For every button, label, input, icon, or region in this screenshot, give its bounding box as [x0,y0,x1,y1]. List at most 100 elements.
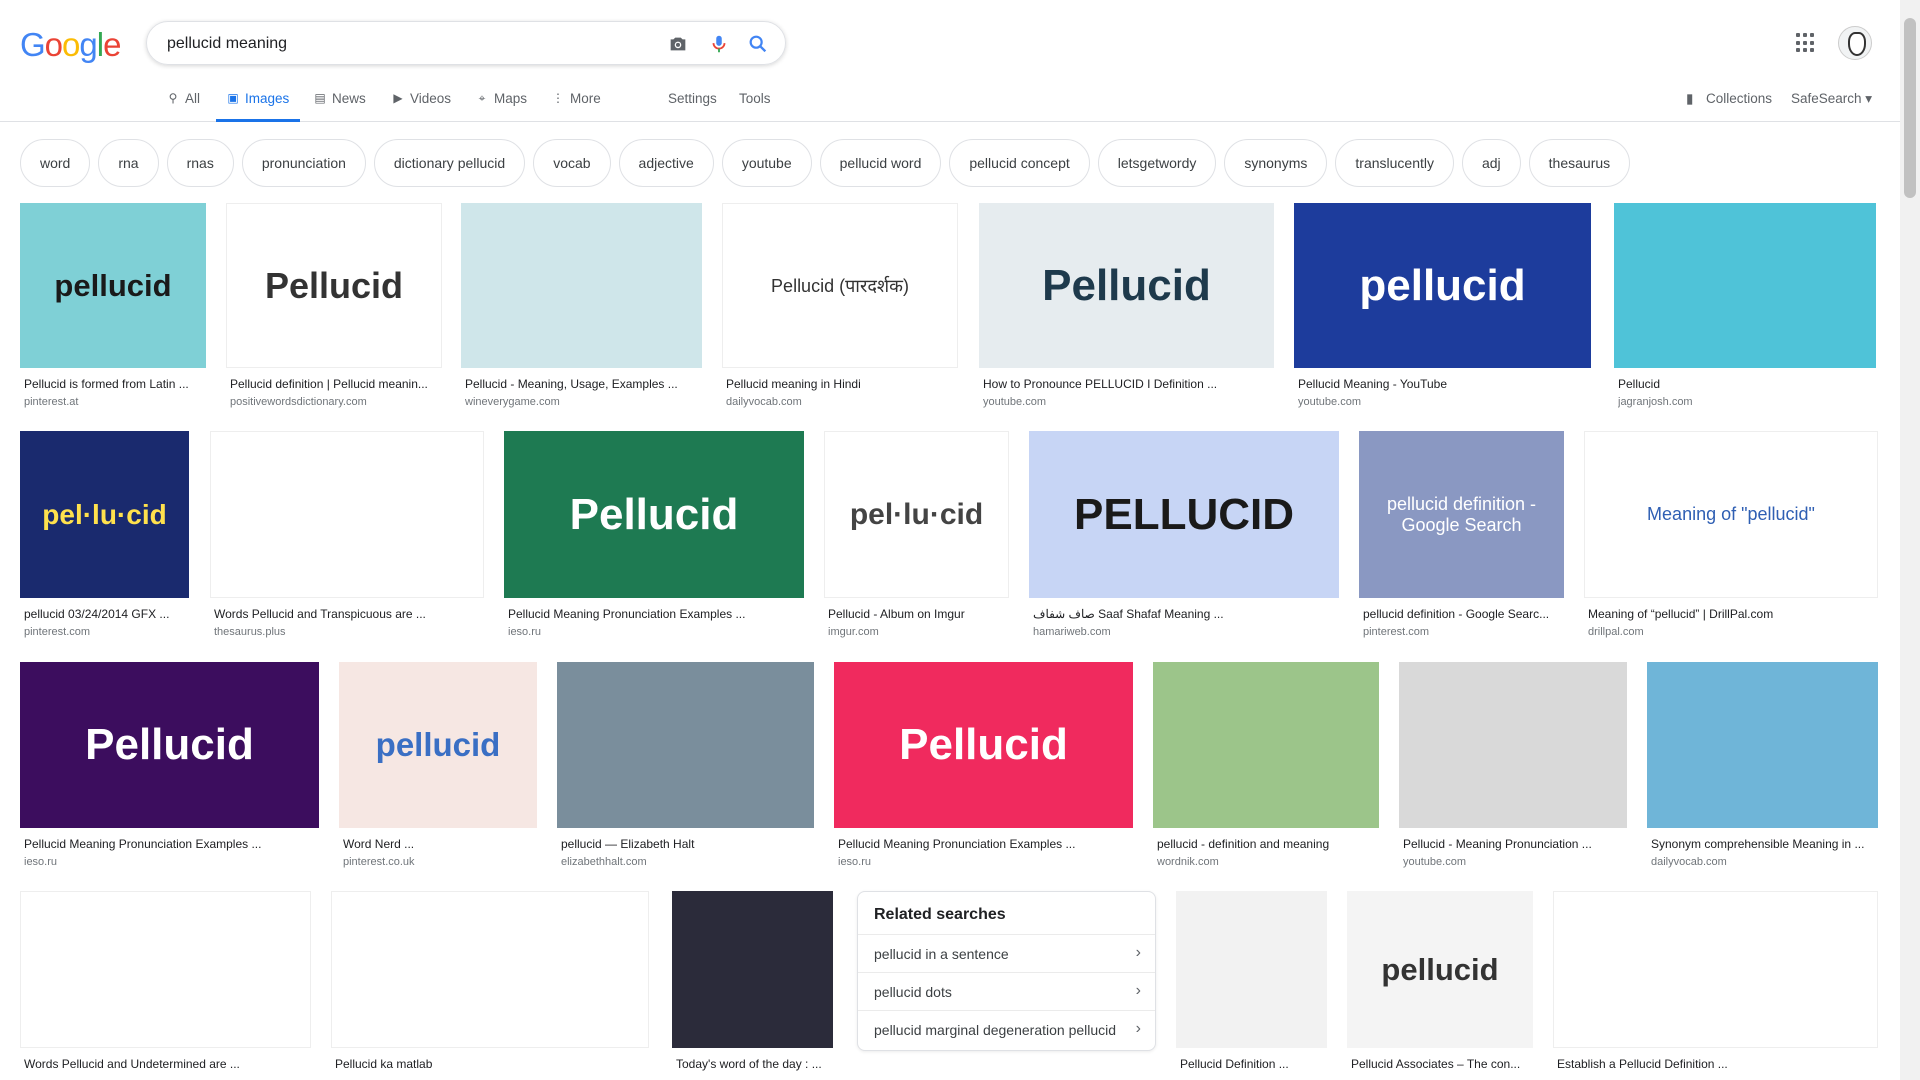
image-thumbnail[interactable] [331,891,649,1048]
image-result[interactable]: PELLUCID صاف شفاف Saaf Shafaf Meaning ...… [1029,431,1339,644]
result-source[interactable]: wineverygame.com [465,396,700,408]
image-thumbnail[interactable] [1399,662,1627,828]
result-source[interactable]: ieso.ru [24,856,317,868]
related-search-item[interactable]: pellucid marginal degeneration pellucid › [858,1010,1155,1048]
result-title[interactable]: Pellucid ka matlab [335,1057,647,1071]
image-result[interactable]: Pellucid Pellucid Meaning Pronunciation E… [20,662,319,874]
result-source[interactable]: positivewordsdictionary.com [230,396,440,408]
result-source[interactable]: youtube.com [1298,396,1589,408]
image-result[interactable]: Words Pellucid and Transpicuous are ... t… [210,431,484,644]
result-source[interactable]: hamariweb.com [1033,626,1337,638]
image-thumbnail[interactable] [672,891,833,1048]
result-title[interactable]: Pellucid - Album on Imgur [828,607,1007,621]
image-result[interactable]: Pellucid jagranjosh.com [1614,203,1876,414]
image-thumbnail[interactable] [20,891,311,1048]
image-result[interactable]: pel·lu·cid Pellucid - Album on Imgur imgur… [824,431,1009,644]
result-title[interactable]: Synonym comprehensible Meaning in ... [1651,837,1876,851]
result-source[interactable]: dailyvocab.com [1651,856,1876,868]
result-title[interactable]: Pellucid meaning in Hindi [726,377,956,391]
image-thumbnail[interactable] [461,203,702,368]
image-result[interactable]: Pellucid Pellucid Meaning Pronunciation E… [504,431,804,644]
image-result[interactable]: Pellucid ka matlab [331,891,649,1080]
image-thumbnail[interactable]: Pellucid [226,203,442,368]
image-thumbnail[interactable] [1614,203,1876,368]
result-title[interactable]: Words Pellucid and Undetermined are ... [24,1057,309,1071]
result-title[interactable]: pellucid — Elizabeth Halt [561,837,812,851]
image-result[interactable]: Pellucid Pellucid definition | Pellucid m… [226,203,442,414]
image-result[interactable]: Words Pellucid and Undetermined are ... [20,891,311,1080]
result-title[interactable]: Word Nerd ... [343,837,535,851]
image-thumbnail[interactable]: Pellucid (पारदर्शक) [722,203,958,368]
result-title[interactable]: Pellucid is formed from Latin ... [24,377,204,391]
image-result[interactable]: Meaning of "pellucid" Meaning of “pelluci… [1584,431,1878,644]
result-title[interactable]: Pellucid Meaning Pronunciation Examples … [24,837,317,851]
image-thumbnail[interactable] [1153,662,1379,828]
result-title[interactable]: Establish a Pellucid Definition ... [1557,1057,1876,1071]
result-source[interactable]: pinterest.at [24,396,204,408]
result-title[interactable]: Pellucid - Meaning, Usage, Examples ... [465,377,700,391]
result-source[interactable]: dailyvocab.com [726,396,956,408]
image-result[interactable]: Pellucid Definition ... [1176,891,1327,1080]
result-source[interactable]: jagranjosh.com [1618,396,1874,408]
result-title[interactable]: Pellucid Associates – The con... [1351,1057,1531,1071]
result-source[interactable]: drillpal.com [1588,626,1876,638]
related-search-item[interactable]: pellucid in a sentence › [858,934,1155,972]
image-result[interactable]: Pellucid - Meaning Pronunciation ... yout… [1399,662,1627,874]
image-result[interactable]: pellucid Word Nerd ... pinterest.co.uk [339,662,537,874]
result-title[interactable]: Pellucid definition | Pellucid meanin... [230,377,440,391]
image-result[interactable]: pellucid Pellucid Meaning - YouTube youtub… [1294,203,1591,414]
result-title[interactable]: Pellucid Meaning - YouTube [1298,377,1589,391]
image-result[interactable]: pellucid Pellucid is formed from Latin ..… [20,203,206,414]
image-result[interactable]: pellucid Pellucid Associates – The con... [1347,891,1533,1080]
result-source[interactable]: pinterest.com [1363,626,1562,638]
image-thumbnail[interactable] [1647,662,1878,828]
result-title[interactable]: Pellucid [1618,377,1874,391]
image-thumbnail[interactable]: pel·lu·cid [824,431,1009,598]
image-thumbnail[interactable]: pellucid [1294,203,1591,368]
related-search-item[interactable]: pellucid dots › [858,972,1155,1010]
image-thumbnail[interactable] [210,431,484,598]
image-result[interactable]: Pellucid How to Pronounce PELLUCID I Defi… [979,203,1274,414]
result-source[interactable]: pinterest.com [24,626,187,638]
image-thumbnail[interactable]: Pellucid [979,203,1274,368]
image-result[interactable]: Synonym comprehensible Meaning in ... dai… [1647,662,1878,874]
image-thumbnail[interactable]: Pellucid [504,431,804,598]
image-thumbnail[interactable]: Meaning of "pellucid" [1584,431,1878,598]
result-source[interactable]: wordnik.com [1157,856,1377,868]
result-source[interactable]: imgur.com [828,626,1007,638]
result-title[interactable]: pellucid definition - Google Searc... [1363,607,1562,621]
image-thumbnail[interactable]: Pellucid [20,662,319,828]
image-result[interactable]: pellucid — Elizabeth Halt elizabethhalt.c… [557,662,814,874]
result-title[interactable]: pellucid - definition and meaning [1157,837,1377,851]
result-title[interactable]: Pellucid Meaning Pronunciation Examples … [838,837,1131,851]
image-thumbnail[interactable] [1176,891,1327,1048]
image-result[interactable]: Pellucid Pellucid Meaning Pronunciation E… [834,662,1133,874]
result-title[interactable]: Meaning of “pellucid” | DrillPal.com [1588,607,1876,621]
result-title[interactable]: Pellucid Meaning Pronunciation Examples … [508,607,802,621]
result-title[interactable]: Today's word of the day : ... [676,1057,831,1071]
image-thumbnail[interactable]: PELLUCID [1029,431,1339,598]
image-thumbnail[interactable] [557,662,814,828]
result-title[interactable]: How to Pronounce PELLUCID I Definition .… [983,377,1272,391]
image-result[interactable]: Establish a Pellucid Definition ... [1553,891,1878,1080]
result-source[interactable]: ieso.ru [508,626,802,638]
result-source[interactable]: ieso.ru [838,856,1131,868]
result-title[interactable]: Pellucid Definition ... [1180,1057,1325,1071]
result-title[interactable]: pellucid 03/24/2014 GFX ... [24,607,187,621]
image-result[interactable]: Pellucid - Meaning, Usage, Examples ... w… [461,203,702,414]
image-thumbnail[interactable]: pel·lu·cid [20,431,189,598]
result-source[interactable]: pinterest.co.uk [343,856,535,868]
image-thumbnail[interactable]: Pellucid [834,662,1133,828]
result-source[interactable]: elizabethhalt.com [561,856,812,868]
result-source[interactable]: thesaurus.plus [214,626,482,638]
result-title[interactable]: Words Pellucid and Transpicuous are ... [214,607,482,621]
result-title[interactable]: Pellucid - Meaning Pronunciation ... [1403,837,1625,851]
image-thumbnail[interactable]: pellucid [20,203,206,368]
result-source[interactable]: youtube.com [983,396,1272,408]
result-source[interactable]: youtube.com [1403,856,1625,868]
image-thumbnail[interactable]: pellucid [339,662,537,828]
image-result[interactable]: pellucid definition - Google Search pellu… [1359,431,1564,644]
result-title[interactable]: صاف شفاف Saaf Shafaf Meaning ... [1033,607,1337,621]
image-result[interactable]: Today's word of the day : ... [672,891,833,1080]
image-thumbnail[interactable]: pellucid [1347,891,1533,1048]
